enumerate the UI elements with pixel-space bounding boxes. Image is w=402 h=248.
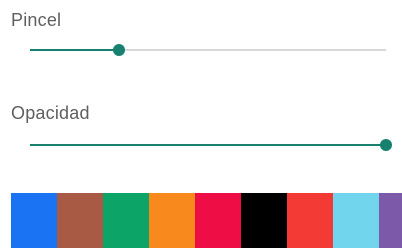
color-swatch[interactable] (287, 193, 333, 248)
opacity-fill (30, 144, 386, 146)
color-swatch[interactable] (195, 193, 241, 248)
color-swatch[interactable] (149, 193, 195, 248)
color-swatch[interactable] (241, 193, 287, 248)
brush-size-fill (30, 49, 119, 51)
color-swatch[interactable] (333, 193, 379, 248)
color-swatch[interactable] (57, 193, 103, 248)
color-swatch[interactable] (379, 193, 402, 248)
brush-size-thumb[interactable] (113, 44, 125, 56)
color-palette (11, 193, 402, 248)
opacity-slider[interactable] (30, 135, 392, 155)
opacity-thumb[interactable] (380, 139, 392, 151)
brush-size-label: Pincel (11, 10, 62, 30)
opacity-label: Opacidad (11, 103, 90, 123)
color-swatch[interactable] (11, 193, 57, 248)
color-swatch[interactable] (103, 193, 149, 248)
brush-size-slider[interactable] (30, 40, 386, 60)
